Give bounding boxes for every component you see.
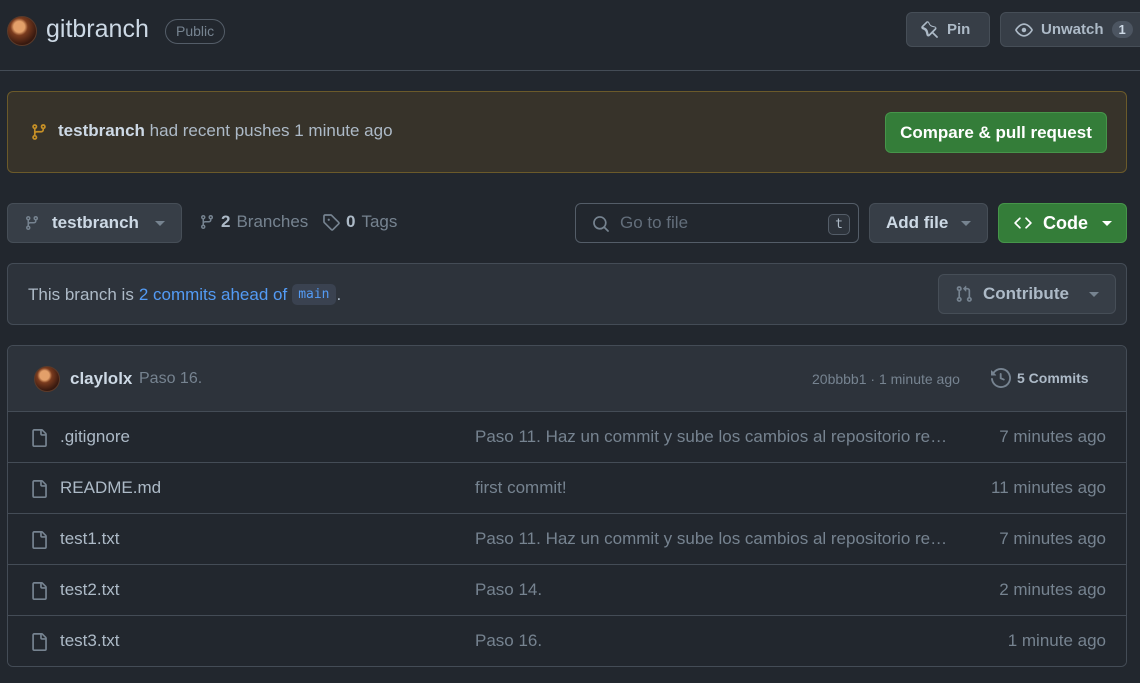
ahead-text: This branch is 2 commits ahead of main . — [28, 284, 341, 305]
file-commit-time: 7 minutes ago — [999, 427, 1106, 446]
commit-separator: · — [870, 371, 876, 387]
chevron-down-icon — [1102, 220, 1112, 226]
file-name[interactable]: test3.txt — [60, 631, 120, 651]
unwatch-button[interactable]: Unwatch 1 — [1000, 12, 1140, 47]
git-branch-icon — [25, 216, 38, 231]
file-commit-message[interactable]: first commit! — [475, 478, 953, 498]
add-file-button[interactable]: Add file — [869, 203, 988, 243]
file-icon — [32, 582, 47, 600]
current-branch-label: testbranch — [52, 213, 139, 232]
visibility-badge: Public — [165, 19, 226, 44]
file-name[interactable]: README.md — [60, 478, 161, 498]
chevron-down-icon — [155, 220, 165, 226]
repo-header: gitbranch Public Pin Unwatch 1 — [0, 0, 1140, 71]
chevron-down-icon — [1089, 291, 1099, 297]
pull-request-icon — [956, 285, 972, 302]
file-commit-message[interactable]: Paso 16. — [475, 631, 953, 651]
file-commit-time: 7 minutes ago — [999, 529, 1106, 548]
contribute-label: Contribute — [983, 284, 1069, 303]
unwatch-label: Unwatch — [1041, 21, 1104, 38]
banner-branch-name[interactable]: testbranch — [58, 121, 145, 140]
file-commit-time: 11 minutes ago — [991, 478, 1106, 497]
tags-count: 0 — [346, 212, 356, 231]
code-label: Code — [1043, 212, 1088, 233]
commit-meta: 20bbbb1 · 1 minute ago — [812, 371, 960, 387]
tags-link[interactable]: 0 Tags — [322, 212, 397, 232]
file-row[interactable]: test1.txt Paso 11. Haz un commit y sube … — [8, 514, 1126, 565]
branches-label: Branches — [236, 212, 309, 231]
code-icon — [1014, 217, 1032, 229]
commits-ahead-link[interactable]: 2 commits ahead of — [139, 285, 287, 305]
file-icon — [32, 633, 47, 651]
keyboard-shortcut-hint: t — [828, 214, 850, 235]
file-row[interactable]: README.md first commit! 11 minutes ago — [8, 463, 1126, 514]
file-row[interactable]: test3.txt Paso 16. 1 minute ago — [8, 616, 1126, 666]
tag-icon — [323, 214, 340, 231]
contribute-button[interactable]: Contribute — [938, 274, 1116, 314]
go-to-file-input[interactable] — [620, 211, 820, 235]
pin-icon — [921, 20, 938, 38]
pin-label: Pin — [947, 21, 971, 38]
tags-label: Tags — [361, 212, 398, 231]
branch-selector[interactable]: testbranch — [7, 203, 182, 243]
branch-ahead-notice: This branch is 2 commits ahead of main .… — [7, 263, 1127, 325]
author-avatar[interactable] — [34, 366, 60, 392]
repo-name[interactable]: gitbranch — [46, 15, 149, 44]
chevron-down-icon — [961, 220, 971, 226]
file-commit-time: 2 minutes ago — [999, 580, 1106, 599]
banner-message-text: had recent pushes 1 minute ago — [149, 121, 393, 140]
ahead-suffix: . — [336, 284, 342, 304]
commit-sha[interactable]: 20bbbb1 — [812, 371, 867, 387]
file-icon — [32, 480, 47, 498]
commit-message[interactable]: Paso 16. — [139, 370, 202, 388]
file-commit-time: 1 minute ago — [1007, 631, 1106, 650]
eye-icon — [1015, 22, 1033, 37]
history-icon — [991, 368, 1011, 388]
compare-pull-request-button[interactable]: Compare & pull request — [885, 112, 1107, 153]
add-file-label: Add file — [886, 213, 949, 232]
file-name[interactable]: test2.txt — [60, 580, 120, 600]
owner-avatar[interactable] — [7, 16, 37, 46]
file-name[interactable]: .gitignore — [60, 427, 130, 447]
file-row[interactable]: test2.txt Paso 14. 2 minutes ago — [8, 565, 1126, 616]
commits-count-label: 5 Commits — [1017, 370, 1089, 386]
watch-count: 1 — [1111, 21, 1133, 38]
ahead-prefix: This branch is — [28, 284, 134, 304]
base-branch-code[interactable]: main — [292, 284, 336, 305]
git-branch-icon — [32, 124, 46, 140]
branches-link[interactable]: 2 Branches — [199, 212, 308, 232]
go-to-file-search[interactable]: t — [575, 203, 859, 243]
file-icon — [32, 531, 47, 549]
git-branch-icon — [200, 215, 213, 230]
pin-button[interactable]: Pin — [906, 12, 990, 47]
branches-count: 2 — [221, 212, 231, 231]
banner-message: testbranch had recent pushes 1 minute ag… — [58, 121, 393, 141]
commit-time: 1 minute ago — [878, 371, 960, 387]
file-row[interactable]: .gitignore Paso 11. Haz un commit y sube… — [8, 412, 1126, 463]
recent-pushes-banner: testbranch had recent pushes 1 minute ag… — [7, 91, 1127, 173]
commit-author[interactable]: claylolx — [70, 369, 132, 389]
latest-commit-bar: claylolx Paso 16. 20bbbb1 · 1 minute ago… — [8, 346, 1126, 412]
file-commit-message[interactable]: Paso 14. — [475, 580, 953, 600]
file-list: claylolx Paso 16. 20bbbb1 · 1 minute ago… — [7, 345, 1127, 667]
file-commit-message[interactable]: Paso 11. Haz un commit y sube los cambio… — [475, 427, 953, 447]
file-commit-message[interactable]: Paso 11. Haz un commit y sube los cambio… — [475, 529, 953, 549]
code-button[interactable]: Code — [998, 203, 1127, 243]
search-icon — [593, 216, 609, 232]
commits-history-link[interactable]: 5 Commits — [991, 368, 1089, 388]
file-icon — [32, 429, 47, 447]
file-name[interactable]: test1.txt — [60, 529, 120, 549]
